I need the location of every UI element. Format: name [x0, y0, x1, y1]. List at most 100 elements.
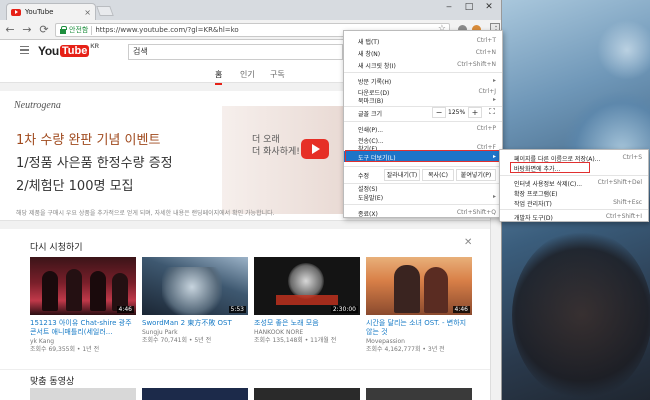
menu-item-label: 새 탭(T) [358, 39, 380, 46]
video-title[interactable]: 151213 아이유 Chat-shire 광주콘서트 애니매틀리(세일러... [30, 319, 136, 337]
menu-item-new-window[interactable]: 새 창(N) Ctrl+N [344, 47, 502, 58]
paste-button[interactable]: 붙여넣기(P) [456, 169, 496, 181]
zoom-out-button[interactable]: − [432, 107, 446, 118]
menu-item-shortcut: Ctrl+Shift+Del [597, 179, 642, 186]
menu-item-label: 작업 관리자(T) [514, 201, 552, 208]
menu-item-shortcut: Ctrl+Shift+I [605, 213, 642, 220]
divider [91, 25, 93, 35]
zoom-label: 글꼴 크기 [358, 111, 382, 118]
video-channel[interactable]: Sungju Park [142, 329, 248, 337]
forward-button[interactable]: → [20, 23, 34, 37]
video-meta: 조회수 4,162,777회 • 3년 전 [366, 346, 445, 353]
zoom-row: 글꼴 크기 − 125% + ⛶ [344, 106, 502, 120]
video-card[interactable]: 5:53 SwordMan 2 東方不敗 OST Sungju Park 조회수… [142, 257, 248, 345]
submenu-item-task-manager[interactable]: 작업 관리자(T) Shift+Esc [500, 197, 648, 208]
menu-item-bookmarks[interactable]: 북마크(B) ▸ [344, 94, 502, 105]
video-duration: 2:30:00 [330, 306, 358, 313]
video-channel[interactable]: Movepassion [366, 338, 472, 346]
video-thumbnail[interactable]: 5:53 [142, 257, 248, 315]
menu-item-label: 종료(X) [358, 211, 378, 218]
submenu-arrow-icon: ▸ [492, 193, 496, 200]
menu-item-shortcut: Ctrl+Shift+N [457, 61, 496, 68]
tab-youtube[interactable]: YouTube × [6, 3, 96, 20]
chrome-menu: 새 탭(T) Ctrl+T 새 창(N) Ctrl+N 새 시크릿 창(I) Ctrl… [343, 30, 503, 218]
tab-trending[interactable]: 인기 [240, 69, 255, 80]
video-card[interactable]: 4:46 시간을 달리는 소녀 OST. - 변하지 않는 것 Movepass… [366, 257, 472, 354]
url-text[interactable]: https://www.youtube.com/?gl=KR&hl=ko [95, 26, 238, 34]
menu-item-label: 개발자 도구(D) [514, 215, 553, 222]
hamburger-menu-icon[interactable] [20, 46, 29, 54]
video-meta: 조회수 135,148회 • 11개월 전 [254, 337, 337, 344]
video-card[interactable]: 4:46 151213 아이유 Chat-shire 광주콘서트 애니매틀리(세… [30, 257, 136, 354]
menu-divider [344, 72, 502, 73]
copy-button[interactable]: 복사(C) [422, 169, 454, 181]
zoom-in-button[interactable]: + [468, 107, 482, 118]
menu-item-history[interactable]: 방문 기록(H) ▸ [344, 75, 502, 86]
video-card[interactable]: 2:30:00 조성모 좋은 노래 모음 HANKOOK NORE 조회수 13… [254, 257, 360, 345]
promo-line-2: 2/체험단 100명 모집 [16, 179, 134, 194]
menu-item-print[interactable]: 인쇄(P)... Ctrl+P [344, 123, 502, 134]
new-tab-button[interactable] [96, 6, 114, 16]
minimize-button[interactable]: ‒ [440, 2, 458, 12]
close-icon[interactable]: ✕ [464, 237, 472, 248]
video-channel[interactable]: yk Kang [30, 338, 136, 346]
lock-icon [60, 25, 67, 34]
video-title[interactable]: 시간을 달리는 소녀 OST. - 변하지 않는 것 [366, 319, 472, 337]
menu-item-shortcut: Ctrl+T [476, 37, 496, 44]
cut-button[interactable]: 잘라내기(T) [384, 169, 420, 181]
search-input[interactable]: 검색 [128, 44, 343, 60]
submenu-item-dev-tools[interactable]: 개발자 도구(D) Ctrl+Shift+I [500, 211, 648, 222]
menu-item-label: 북마크(B) [358, 98, 384, 105]
logo-you-text: You [38, 44, 59, 58]
close-window-button[interactable]: ✕ [480, 2, 498, 12]
menu-item-exit[interactable]: 종료(X) Ctrl+Shift+Q [344, 207, 502, 218]
submenu-arrow-icon: ▸ [492, 96, 496, 103]
tab-strip: YouTube × ‒ □ ✕ [0, 0, 501, 20]
play-icon[interactable] [301, 139, 329, 159]
video-thumbnail[interactable] [254, 388, 360, 400]
promo-headline: 1차 수량 완판 기념 이벤트 [16, 133, 161, 148]
video-title[interactable]: 조성모 좋은 노래 모음 [254, 319, 360, 328]
video-duration: 5:53 [228, 306, 246, 313]
menu-item-help[interactable]: 도움말(E) ▸ [344, 191, 502, 202]
tab-close-icon[interactable]: × [84, 8, 91, 17]
youtube-logo[interactable]: You Tube KR [38, 44, 99, 58]
video-thumbnail[interactable] [142, 388, 248, 400]
menu-divider [344, 204, 502, 205]
video-title[interactable]: SwordMan 2 東方不敗 OST [142, 319, 248, 328]
highlight-outline [510, 162, 590, 173]
video-thumbnail[interactable] [366, 388, 472, 400]
recommended-shelf: 맞춤 동영상 [0, 369, 490, 400]
menu-divider [344, 121, 502, 122]
edit-row: 수정 잘라내기(T) 복사(C) 붙여넣기(P) [344, 168, 502, 182]
menu-divider [344, 166, 502, 167]
watch-again-shelf: 다시 시청하기 ✕ 4:46 151213 아이유 Chat-shire 광주콘… [0, 229, 490, 379]
logo-region-text: KR [90, 44, 100, 50]
menu-item-shortcut: Shift+Esc [613, 199, 642, 206]
zoom-level: 125% [448, 109, 466, 116]
menu-item-incognito[interactable]: 새 시크릿 창(I) Ctrl+Shift+N [344, 59, 502, 70]
video-thumbnail[interactable]: 4:46 [366, 257, 472, 315]
video-channel[interactable]: HANKOOK NORE [254, 329, 360, 337]
video-thumbnail[interactable]: 4:46 [30, 257, 136, 315]
video-meta: 조회수 69,355회 • 1년 전 [30, 346, 100, 353]
highlight-outline [345, 150, 501, 162]
video-meta: 조회수 70,741회 • 5년 전 [142, 337, 212, 344]
restore-button[interactable]: □ [460, 2, 478, 12]
fullscreen-icon[interactable]: ⛶ [485, 107, 499, 118]
back-button[interactable]: ← [3, 23, 17, 37]
menu-divider [500, 175, 648, 176]
tab-home[interactable]: 홈 [215, 69, 223, 85]
menu-item-shortcut: Ctrl+Shift+Q [456, 209, 496, 216]
tab-subscriptions[interactable]: 구독 [270, 69, 285, 80]
video-thumbnail[interactable]: 2:30:00 [254, 257, 360, 315]
menu-item-shortcut: Ctrl+N [475, 49, 496, 56]
menu-item-shortcut: Ctrl+P [476, 125, 496, 132]
menu-item-new-tab[interactable]: 새 탭(T) Ctrl+T [344, 35, 502, 46]
shelf-title: 다시 시청하기 [30, 243, 83, 253]
menu-item-shortcut: Ctrl+S [622, 154, 642, 161]
video-duration: 4:46 [116, 306, 134, 313]
menu-item-label: 도움말(E) [358, 195, 384, 202]
reload-button[interactable]: ⟳ [37, 23, 51, 37]
video-thumbnail[interactable] [30, 388, 136, 400]
